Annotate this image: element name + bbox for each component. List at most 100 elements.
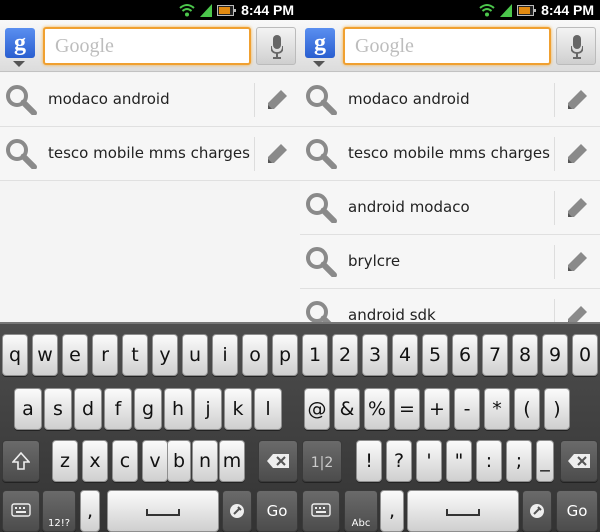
key-at[interactable]: @ bbox=[304, 388, 330, 430]
search-input[interactable] bbox=[43, 27, 251, 65]
key-4[interactable]: 4 bbox=[392, 334, 418, 376]
space-key[interactable] bbox=[107, 490, 219, 532]
edit-pencil-icon[interactable] bbox=[566, 251, 588, 273]
key-percent[interactable]: % bbox=[364, 388, 390, 430]
voice-search-button[interactable] bbox=[556, 27, 596, 65]
key-underscore[interactable]: _ bbox=[536, 440, 554, 482]
key-r[interactable]: r bbox=[92, 334, 118, 376]
key-8[interactable]: 8 bbox=[512, 334, 538, 376]
key-e[interactable]: e bbox=[62, 334, 88, 376]
key-p[interactable]: p bbox=[272, 334, 298, 376]
key-comma[interactable]: , bbox=[80, 490, 100, 532]
key-x[interactable]: x bbox=[82, 440, 108, 482]
key-d[interactable]: d bbox=[74, 388, 102, 430]
key-plus[interactable]: + bbox=[424, 388, 450, 430]
key-2[interactable]: 2 bbox=[332, 334, 358, 376]
key-3[interactable]: 3 bbox=[362, 334, 388, 376]
key-1[interactable]: 1 bbox=[302, 334, 328, 376]
chevron-down-icon[interactable] bbox=[313, 61, 325, 67]
key-exclamation[interactable]: ! bbox=[356, 440, 382, 482]
suggestion-item[interactable]: brylcre bbox=[300, 235, 600, 289]
keyboard-letters: q w e r t y u i o p a s d f g h j k l z … bbox=[0, 322, 300, 532]
mic-icon bbox=[571, 35, 583, 59]
key-asterisk[interactable]: * bbox=[484, 388, 510, 430]
symbols-toggle-key[interactable]: 12!? bbox=[42, 490, 76, 532]
key-t[interactable]: t bbox=[122, 334, 148, 376]
key-j[interactable]: j bbox=[194, 388, 222, 430]
space-key[interactable] bbox=[407, 490, 519, 532]
search-icon bbox=[306, 139, 337, 169]
clock: 8:44 PM bbox=[241, 2, 294, 18]
suggestion-item[interactable]: android modaco bbox=[300, 181, 600, 235]
key-minus[interactable]: - bbox=[454, 388, 480, 430]
backspace-icon bbox=[267, 454, 289, 468]
divider bbox=[254, 137, 255, 171]
suggestion-item[interactable]: tesco mobile mms charges bbox=[300, 127, 600, 181]
settings-key-gear[interactable] bbox=[222, 490, 252, 532]
key-z[interactable]: z bbox=[52, 440, 78, 482]
edit-pencil-icon[interactable] bbox=[566, 197, 588, 219]
key-9[interactable]: 9 bbox=[542, 334, 568, 376]
suggestion-item[interactable]: tesco mobile mms charges bbox=[0, 127, 300, 181]
key-7[interactable]: 7 bbox=[482, 334, 508, 376]
key-b[interactable]: b bbox=[167, 440, 191, 482]
shift-key[interactable] bbox=[2, 440, 40, 482]
key-ampersand[interactable]: & bbox=[334, 388, 360, 430]
key-apostrophe[interactable]: ' bbox=[416, 440, 442, 482]
key-u[interactable]: u bbox=[182, 334, 208, 376]
space-icon bbox=[446, 509, 480, 516]
edit-pencil-icon[interactable] bbox=[266, 89, 288, 111]
suggestion-item[interactable]: modaco android bbox=[300, 73, 600, 127]
key-equals[interactable]: = bbox=[394, 388, 420, 430]
key-quote[interactable]: " bbox=[446, 440, 472, 482]
divider bbox=[254, 83, 255, 117]
key-l[interactable]: l bbox=[254, 388, 282, 430]
go-key[interactable]: Go bbox=[256, 490, 298, 532]
key-question[interactable]: ? bbox=[386, 440, 412, 482]
signal-icon bbox=[200, 3, 212, 17]
key-comma[interactable]: , bbox=[380, 490, 404, 532]
key-a[interactable]: a bbox=[14, 388, 42, 430]
key-y[interactable]: y bbox=[152, 334, 178, 376]
search-input[interactable] bbox=[343, 27, 551, 65]
settings-key[interactable] bbox=[2, 490, 40, 532]
backspace-key[interactable] bbox=[560, 440, 598, 482]
key-q[interactable]: q bbox=[2, 334, 28, 376]
key-paren-open[interactable]: ( bbox=[514, 388, 540, 430]
key-w[interactable]: w bbox=[32, 334, 58, 376]
wifi-icon bbox=[479, 4, 495, 17]
chevron-down-icon[interactable] bbox=[13, 61, 25, 67]
key-5[interactable]: 5 bbox=[422, 334, 448, 376]
edit-pencil-icon[interactable] bbox=[566, 89, 588, 111]
key-0[interactable]: 0 bbox=[572, 334, 598, 376]
key-m[interactable]: m bbox=[219, 440, 245, 482]
alpha-toggle-label: Abc bbox=[351, 518, 371, 529]
key-f[interactable]: f bbox=[104, 388, 132, 430]
key-semicolon[interactable]: ; bbox=[506, 440, 532, 482]
google-logo-button[interactable]: g bbox=[305, 28, 335, 58]
search-icon bbox=[6, 139, 37, 169]
edit-pencil-icon[interactable] bbox=[566, 143, 588, 165]
key-v[interactable]: v bbox=[142, 440, 168, 482]
alpha-toggle-key[interactable]: Abc bbox=[344, 490, 378, 532]
edit-pencil-icon[interactable] bbox=[266, 143, 288, 165]
page-toggle-key[interactable]: 1|2 bbox=[302, 440, 342, 482]
key-colon[interactable]: : bbox=[476, 440, 502, 482]
key-c[interactable]: c bbox=[112, 440, 138, 482]
backspace-key[interactable] bbox=[258, 440, 298, 482]
key-n[interactable]: n bbox=[192, 440, 218, 482]
key-k[interactable]: k bbox=[224, 388, 252, 430]
settings-key-gear[interactable] bbox=[522, 490, 552, 532]
key-6[interactable]: 6 bbox=[452, 334, 478, 376]
go-key[interactable]: Go bbox=[556, 490, 598, 532]
suggestion-item[interactable]: modaco android bbox=[0, 73, 300, 127]
voice-search-button[interactable] bbox=[256, 27, 296, 65]
key-o[interactable]: o bbox=[242, 334, 268, 376]
key-i[interactable]: i bbox=[212, 334, 238, 376]
settings-key[interactable] bbox=[302, 490, 340, 532]
key-g[interactable]: g bbox=[134, 388, 162, 430]
key-h[interactable]: h bbox=[164, 388, 192, 430]
key-s[interactable]: s bbox=[44, 388, 72, 430]
key-paren-close[interactable]: ) bbox=[544, 388, 570, 430]
google-logo-button[interactable]: g bbox=[5, 28, 35, 58]
